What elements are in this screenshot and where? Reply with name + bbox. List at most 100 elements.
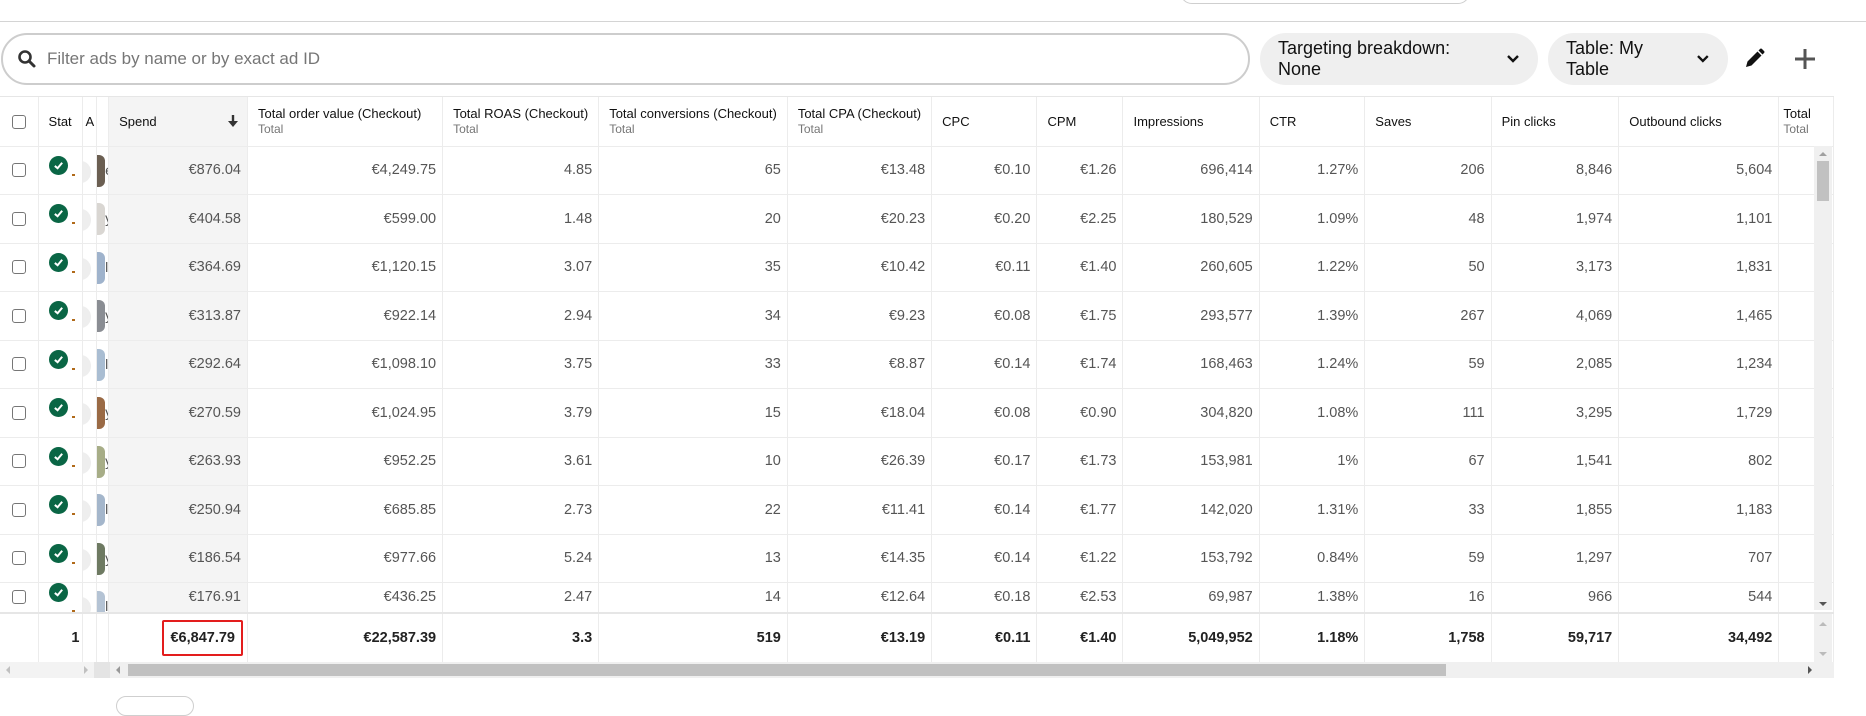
row-checkbox[interactable]	[11, 211, 26, 226]
ad-thumbnail-cell[interactable]: le	[96, 582, 110, 613]
ad-name-cell[interactable]	[82, 194, 98, 244]
ad-name-cell[interactable]	[82, 388, 98, 438]
column-header-spend[interactable]: Spend	[108, 97, 248, 147]
ad-thumbnail-cell[interactable]: le	[96, 243, 110, 292]
ad-thumbnail-cell[interactable]: ye	[96, 388, 110, 438]
select-all-checkbox[interactable]	[11, 115, 26, 130]
status-cell[interactable]	[38, 485, 84, 535]
column-header-ad[interactable]: A	[82, 97, 98, 147]
ad-thumbnail-cell[interactable]: ye	[96, 194, 110, 244]
vertical-scrollbar[interactable]	[1814, 146, 1832, 610]
ad-name-cell[interactable]	[82, 437, 98, 486]
top-dropdown-fragment[interactable]	[1180, 0, 1470, 4]
ad-thumbnail-cell[interactable]: ye	[96, 437, 110, 486]
row-checkbox[interactable]	[11, 502, 26, 517]
column-header-status[interactable]: Stat	[38, 97, 84, 147]
ad-name-cell[interactable]	[82, 340, 98, 389]
row-checkbox-cell[interactable]	[0, 582, 39, 613]
status-cell[interactable]	[38, 582, 84, 613]
column-header-cpc[interactable]: CPC	[931, 97, 1038, 147]
scroll-left-arrow-icon[interactable]	[6, 666, 10, 674]
table-row[interactable]: ye€404.58€599.001.4820€20.23€0.20€2.2518…	[0, 194, 1834, 244]
status-cell[interactable]	[38, 291, 84, 341]
row-checkbox-cell[interactable]	[0, 388, 39, 438]
ad-thumbnail-cell[interactable]: ye	[96, 534, 110, 583]
ad-name-cell[interactable]	[82, 485, 98, 535]
ad-thumbnail-cell[interactable]: le	[96, 340, 110, 389]
scroll-right-arrow-icon[interactable]	[1808, 666, 1812, 674]
row-checkbox[interactable]	[11, 163, 26, 178]
table-select-dropdown[interactable]: Table: My Table	[1548, 33, 1728, 85]
frozen-columns-scrollbar[interactable]	[0, 662, 94, 678]
edit-table-button[interactable]	[1737, 42, 1771, 76]
column-header-pin-clicks[interactable]: Pin clicks	[1491, 97, 1620, 147]
row-checkbox[interactable]	[11, 405, 26, 420]
column-header-impressions[interactable]: Impressions	[1122, 97, 1260, 147]
search-input[interactable]	[47, 49, 1197, 69]
row-checkbox[interactable]	[11, 357, 26, 372]
scroll-down-arrow-icon[interactable]	[1819, 602, 1827, 606]
table-row[interactable]: le€176.91€436.252.4714€12.64€0.18€2.5369…	[0, 582, 1834, 613]
table-row[interactable]: le€364.69€1,120.153.0735€10.42€0.11€1.40…	[0, 243, 1834, 292]
status-cell[interactable]	[38, 388, 84, 438]
row-checkbox-cell[interactable]	[0, 340, 39, 389]
row-checkbox-cell[interactable]	[0, 534, 39, 583]
add-button[interactable]	[1788, 42, 1822, 76]
column-header-order-value[interactable]: Total order value (Checkout) Total	[247, 97, 444, 147]
row-checkbox-cell[interactable]	[0, 146, 39, 195]
row-checkbox[interactable]	[11, 260, 26, 275]
status-cell[interactable]	[38, 243, 84, 292]
status-cell[interactable]	[38, 437, 84, 486]
row-checkbox-cell[interactable]	[0, 243, 39, 292]
ad-thumbnail-cell[interactable]: e	[96, 146, 110, 195]
ad-name-cell[interactable]	[82, 582, 98, 613]
table-row[interactable]: ye€263.93€952.253.6110€26.39€0.17€1.7315…	[0, 437, 1834, 486]
row-checkbox-cell[interactable]	[0, 485, 39, 535]
ad-name-cell[interactable]	[82, 243, 98, 292]
row-checkbox-cell[interactable]	[0, 437, 39, 486]
ad-name-cell[interactable]	[82, 534, 98, 583]
status-cell[interactable]	[38, 340, 84, 389]
column-header-outbound-clicks[interactable]: Outbound clicks	[1618, 97, 1780, 147]
ad-thumbnail-cell[interactable]: ye	[96, 291, 110, 341]
scroll-up-arrow-icon[interactable]	[1819, 622, 1827, 626]
column-header-roas[interactable]: Total ROAS (Checkout) Total	[442, 97, 600, 147]
ad-name-cell[interactable]	[82, 291, 98, 341]
ad-thumbnail-cell[interactable]: le	[96, 485, 110, 535]
table-row[interactable]: e€876.04€4,249.754.8565€13.48€0.10€1.266…	[0, 146, 1834, 195]
row-checkbox-cell[interactable]	[0, 194, 39, 244]
targeting-breakdown-dropdown[interactable]: Targeting breakdown: None	[1260, 33, 1538, 85]
select-all-checkbox-cell[interactable]	[0, 97, 39, 147]
table-row[interactable]: ye€313.87€922.142.9434€9.23€0.08€1.75293…	[0, 291, 1834, 341]
table-row[interactable]: ye€270.59€1,024.953.7915€18.04€0.08€0.90…	[0, 388, 1834, 438]
vertical-scroll-thumb[interactable]	[1817, 161, 1829, 201]
row-checkbox[interactable]	[11, 551, 26, 566]
scroll-left-arrow-icon[interactable]	[116, 666, 120, 674]
ad-name-cell[interactable]	[82, 146, 98, 195]
row-checkbox[interactable]	[11, 308, 26, 323]
status-cell[interactable]	[38, 534, 84, 583]
column-header-cpm[interactable]: CPM	[1036, 97, 1124, 147]
bottom-button-fragment[interactable]	[116, 696, 194, 716]
table-row[interactable]: le€250.94€685.852.7322€11.41€0.14€1.7714…	[0, 485, 1834, 535]
scroll-down-arrow-icon[interactable]	[1819, 652, 1827, 656]
totals-vertical-scrollbar[interactable]	[1814, 614, 1832, 662]
scroll-up-arrow-icon[interactable]	[1819, 152, 1827, 156]
table-row[interactable]: ye€186.54€977.665.2413€14.35€0.14€1.2215…	[0, 534, 1834, 583]
sort-descending-icon[interactable]	[227, 114, 239, 128]
column-header-ctr[interactable]: CTR	[1259, 97, 1366, 147]
horizontal-scrollbar[interactable]	[0, 662, 1834, 678]
status-cell[interactable]	[38, 146, 84, 195]
status-cell[interactable]	[38, 194, 84, 244]
row-checkbox[interactable]	[11, 590, 26, 605]
row-checkbox-cell[interactable]	[0, 291, 39, 341]
column-header-conversions[interactable]: Total conversions (Checkout) Total	[598, 97, 788, 147]
column-header-total-more[interactable]: Total Total	[1778, 97, 1834, 147]
row-checkbox[interactable]	[11, 454, 26, 469]
column-header-saves[interactable]: Saves	[1364, 97, 1492, 147]
column-header-cpa[interactable]: Total CPA (Checkout) Total	[787, 97, 933, 147]
scroll-right-arrow-icon[interactable]	[84, 666, 88, 674]
table-row[interactable]: le€292.64€1,098.103.7533€8.87€0.14€1.741…	[0, 340, 1834, 389]
horizontal-scroll-thumb[interactable]	[128, 664, 1446, 676]
search-box[interactable]	[1, 33, 1250, 85]
